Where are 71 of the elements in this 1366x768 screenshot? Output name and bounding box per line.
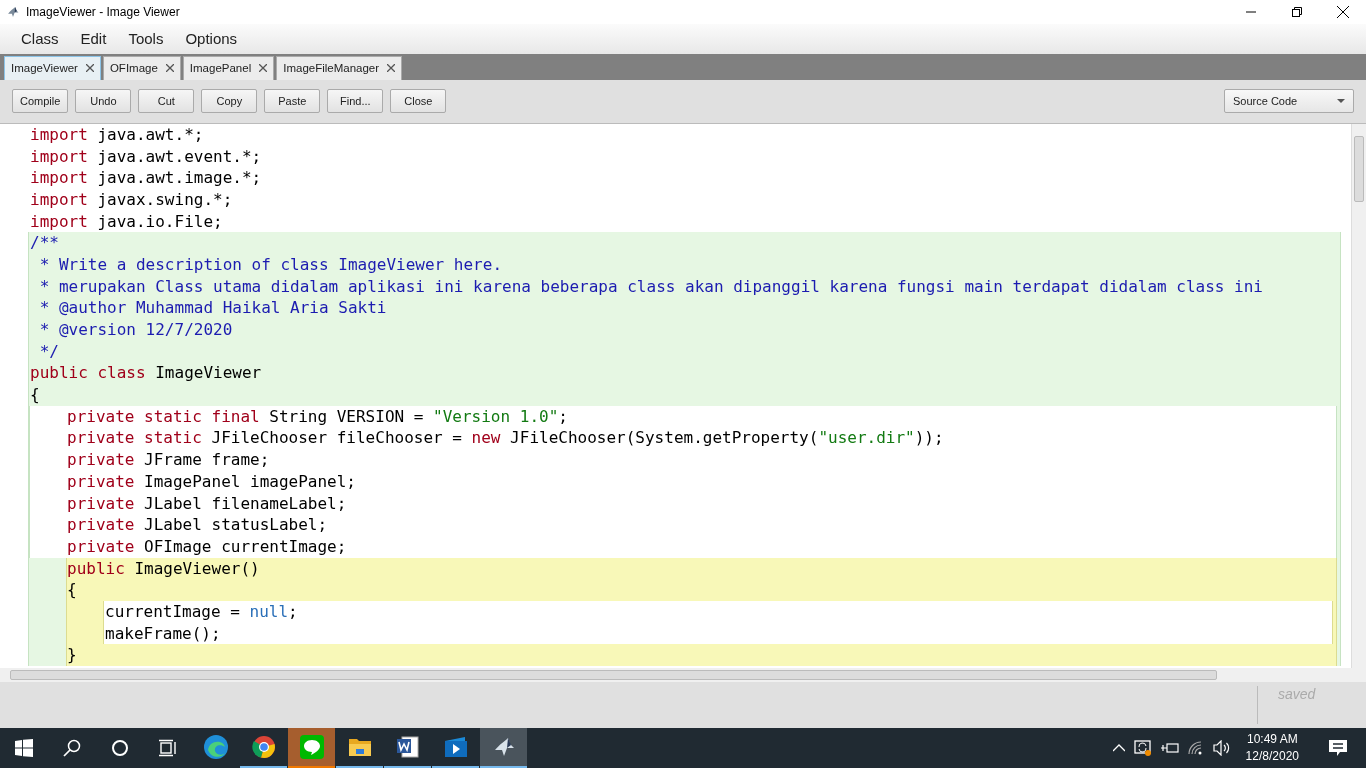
code-line: private static JFileChooser fileChooser = new JFileChooser(System.getProperty("user.dir")); xyxy=(67,427,944,450)
toolbar-button[interactable]: Compile xyxy=(12,89,69,114)
toolbar-button[interactable]: Find... xyxy=(327,89,384,114)
code-line: public ImageViewer() xyxy=(67,557,260,580)
chevron-icon[interactable] xyxy=(1112,744,1125,752)
toolbar-button[interactable]: Undo xyxy=(75,89,132,114)
code-line: { xyxy=(67,579,77,601)
browser-icon[interactable] xyxy=(202,734,229,760)
code-line: import java.awt.event.*; xyxy=(30,145,262,168)
message-icon xyxy=(1328,739,1348,757)
code-line: private OFImage currentImage; xyxy=(67,535,347,558)
code-line: * Write a description of class ImageViewer here. xyxy=(38,254,502,276)
editor-tab[interactable]: OFImage xyxy=(102,55,181,80)
editor-tab[interactable]: ImageFileManager xyxy=(276,55,403,80)
toolbar-button[interactable]: Copy xyxy=(201,89,258,114)
code-line: } xyxy=(67,644,77,667)
code-line: private ImagePanel imagePanel; xyxy=(67,470,356,493)
code-line: public class ImageViewer xyxy=(30,362,262,385)
battery-icon[interactable] xyxy=(1160,741,1179,755)
code-line: * @version 12/7/2020 xyxy=(38,319,233,341)
close-icon[interactable] xyxy=(387,64,396,73)
taskbar-app[interactable] xyxy=(480,728,527,768)
caret-icon xyxy=(1337,99,1345,104)
restore-icon xyxy=(1292,7,1302,17)
code-line: /** xyxy=(30,232,59,254)
code-line: private static final String VERSION = "Version 1.0"; xyxy=(67,405,568,428)
code-line: { xyxy=(30,384,40,406)
circle-icon xyxy=(111,739,129,757)
close-icon xyxy=(1337,6,1349,18)
bird-icon xyxy=(6,6,20,18)
clock-time[interactable]: 10:49 AM xyxy=(1246,731,1298,748)
menu-item[interactable]: Class xyxy=(10,30,70,48)
task-view-icon xyxy=(159,739,177,757)
code-line: private JLabel filenameLabel; xyxy=(67,492,347,515)
document-icon[interactable] xyxy=(395,735,420,759)
browser-icon[interactable] xyxy=(251,735,276,759)
chat-icon[interactable] xyxy=(299,735,324,759)
code-line: import java.awt.image.*; xyxy=(30,167,262,189)
code-line: import java.io.File; xyxy=(30,210,223,233)
close-icon[interactable] xyxy=(259,64,268,73)
window-title: ImageViewer - Image Viewer xyxy=(26,5,181,19)
code-line: currentImage = null; xyxy=(105,601,298,623)
sync-icon[interactable] xyxy=(1133,739,1152,757)
clock-date[interactable]: 12/8/2020 xyxy=(1245,748,1299,765)
vertical-scrollbar[interactable] xyxy=(1351,123,1366,669)
editor-tab[interactable]: ImageViewer xyxy=(4,55,101,80)
code-line: * merupakan Class utama didalam aplikasi ini karena beberapa class akan dipanggil karena fungsi main terdapat didalam class ini xyxy=(38,275,1263,298)
code-line: import javax.swing.*; xyxy=(30,188,233,211)
menu-item[interactable]: Options xyxy=(174,30,249,48)
code-line: * @author Muhammad Haikal Aria Sakti xyxy=(38,297,387,320)
code-line: private JLabel statusLabel; xyxy=(67,514,328,536)
wifi-icon[interactable] xyxy=(1187,741,1204,755)
menu-item[interactable]: Edit xyxy=(69,30,118,48)
video-icon[interactable] xyxy=(442,735,469,759)
code-line: private JFrame frame; xyxy=(67,449,270,471)
toolbar-button[interactable]: Close xyxy=(390,89,447,114)
code-line: import java.awt.*; xyxy=(30,123,204,146)
editor-tab[interactable]: ImagePanel xyxy=(182,55,275,80)
toolbar-button[interactable]: Cut xyxy=(138,89,195,114)
code-line: */ xyxy=(38,340,59,363)
windows-icon xyxy=(15,739,33,757)
code-line: makeFrame(); xyxy=(105,622,221,645)
search-icon xyxy=(63,739,81,757)
close-icon[interactable] xyxy=(85,64,94,73)
horizontal-scrollbar[interactable] xyxy=(0,668,1366,683)
close-icon[interactable] xyxy=(165,64,174,73)
menu-item[interactable]: Tools xyxy=(117,30,175,48)
toolbar-button[interactable]: Paste xyxy=(264,89,321,114)
folder-icon[interactable] xyxy=(347,736,372,758)
view-select[interactable]: Source Code xyxy=(1224,89,1354,114)
speaker-icon[interactable] xyxy=(1212,740,1231,756)
